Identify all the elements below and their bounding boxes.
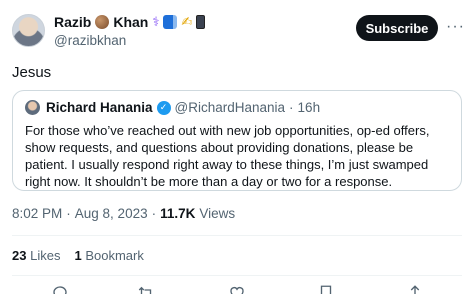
author-name-row[interactable]: Razib Khan ⚕ ✍ — [54, 14, 206, 30]
quoted-tweet[interactable]: Richard Hanania ✓ @RichardHanania · 16h … — [12, 90, 462, 191]
meta-separator: · — [151, 206, 157, 221]
likes-label: Likes — [30, 248, 61, 263]
bookmarks-stat[interactable]: 1 Bookmark — [74, 248, 143, 263]
likes-stat[interactable]: 23 Likes — [12, 248, 60, 263]
subscribe-button[interactable]: Subscribe — [356, 15, 438, 41]
reply-icon[interactable] — [51, 284, 69, 294]
divider — [12, 235, 462, 236]
quoted-tweet-text: For those who’ve reached out with new jo… — [25, 123, 430, 189]
action-bar — [0, 284, 474, 294]
likes-count: 23 — [12, 248, 27, 263]
share-icon[interactable] — [406, 284, 424, 294]
tweet-time[interactable]: 8:02 PM — [12, 206, 62, 221]
phone-emoji-icon — [196, 15, 206, 29]
quoted-author-handle[interactable]: @RichardHanania — [175, 100, 286, 115]
engagement-stats: 23 Likes 1 Bookmark — [12, 248, 144, 263]
dna-emoji-icon: ⚕ — [152, 14, 160, 29]
verified-badge-icon: ✓ — [156, 100, 171, 115]
quoted-author-name[interactable]: Richard Hanania — [46, 100, 153, 115]
author-handle[interactable]: @razibkhan — [54, 33, 126, 48]
quoted-author-avatar[interactable] — [25, 100, 40, 115]
bookmarks-label: Bookmark — [85, 248, 144, 263]
author-name[interactable]: Razib — [54, 14, 91, 30]
bookmark-icon[interactable] — [317, 284, 335, 294]
views-label: Views — [199, 206, 236, 221]
tweet-text: Jesus — [12, 64, 52, 81]
meta-separator: · — [66, 206, 71, 221]
views-count: 11.7K — [160, 206, 196, 221]
pen-emoji-icon: ✍ — [181, 14, 193, 29]
like-icon[interactable] — [228, 284, 246, 294]
author-name-suffix[interactable]: Khan — [113, 14, 148, 30]
divider — [12, 275, 462, 276]
basketball-emoji-icon — [95, 15, 110, 29]
quoted-timestamp[interactable]: 16h — [298, 100, 321, 115]
tweet-date[interactable]: Aug 8, 2023 — [75, 206, 148, 221]
book-emoji-icon — [163, 15, 178, 29]
more-options-icon[interactable]: ··· — [446, 18, 465, 36]
bookmarks-count: 1 — [74, 248, 82, 263]
quoted-tweet-header: Richard Hanania ✓ @RichardHanania · 16h — [25, 100, 320, 115]
retweet-icon[interactable] — [137, 284, 155, 294]
tweet-meta: 8:02 PM · Aug 8, 2023 · 11.7K Views — [12, 206, 235, 221]
quoted-separator: · — [289, 100, 294, 115]
author-avatar[interactable] — [12, 14, 45, 47]
